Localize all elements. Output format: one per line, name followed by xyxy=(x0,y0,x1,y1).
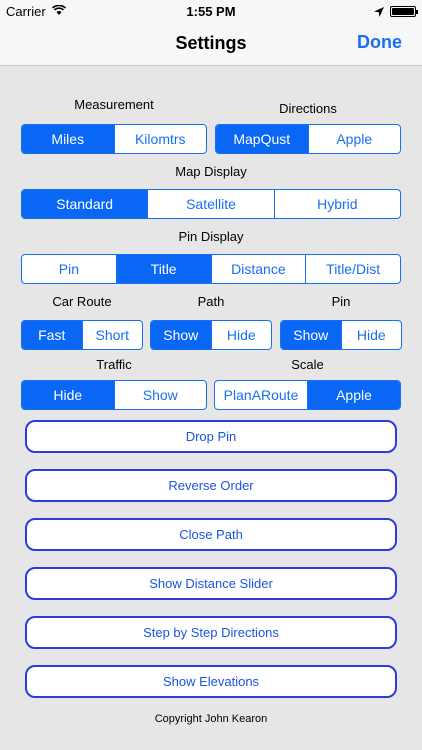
car-route-label: Car Route xyxy=(52,294,112,309)
path-label: Path xyxy=(197,294,225,309)
scale-planaroute-segment[interactable]: PlanARoute xyxy=(215,381,307,409)
step-by-step-directions-button[interactable]: Step by Step Directions xyxy=(25,616,397,649)
pin-show-segment[interactable]: Show xyxy=(281,321,341,349)
traffic-label: Traffic xyxy=(96,357,132,372)
show-elevations-button[interactable]: Show Elevations xyxy=(25,665,397,698)
scale-label: Scale xyxy=(291,357,324,372)
map-display-standard-segment[interactable]: Standard xyxy=(22,190,148,218)
location-arrow-icon xyxy=(374,5,384,20)
pin-display-distance-segment[interactable]: Distance xyxy=(210,255,306,283)
close-path-button[interactable]: Close Path xyxy=(25,518,397,551)
path-show-segment[interactable]: Show xyxy=(151,321,211,349)
directions-label: Directions xyxy=(279,101,337,116)
pin-hide-segment[interactable]: Hide xyxy=(340,321,402,349)
done-button[interactable]: Done xyxy=(357,32,402,53)
reverse-order-button[interactable]: Reverse Order xyxy=(25,469,397,502)
copyright-text: Copyright John Kearon xyxy=(154,713,268,725)
directions-mapquest-segment[interactable]: MapQust xyxy=(216,125,308,153)
status-bar: Carrier 1:55 PM xyxy=(0,0,422,22)
pin-segmented-control: Show Hide xyxy=(280,320,402,350)
map-display-hybrid-segment[interactable]: Hybrid xyxy=(273,190,400,218)
traffic-show-segment[interactable]: Show xyxy=(113,381,207,409)
path-hide-segment[interactable]: Hide xyxy=(210,321,272,349)
car-route-segmented-control: Fast Short xyxy=(21,320,143,350)
pin-label: Pin xyxy=(331,294,351,309)
scale-apple-segment[interactable]: Apple xyxy=(307,381,400,409)
measurement-segmented-control: Miles Kilomtrs xyxy=(21,124,207,154)
car-route-short-segment[interactable]: Short xyxy=(81,321,143,349)
pin-display-label: Pin Display xyxy=(178,229,244,244)
drop-pin-button[interactable]: Drop Pin xyxy=(25,420,397,453)
directions-apple-segment[interactable]: Apple xyxy=(307,125,401,153)
navigation-bar: Settings Done xyxy=(0,22,422,66)
battery-icon xyxy=(390,6,418,17)
map-display-satellite-segment[interactable]: Satellite xyxy=(147,190,273,218)
measurement-label: Measurement xyxy=(74,97,154,112)
traffic-hide-segment[interactable]: Hide xyxy=(22,381,114,409)
status-time: 1:55 PM xyxy=(186,4,236,19)
traffic-segmented-control: Hide Show xyxy=(21,380,207,410)
map-display-label: Map Display xyxy=(175,164,247,179)
pin-display-segmented-control: Pin Title Distance Title/Dist xyxy=(21,254,401,284)
map-display-segmented-control: Standard Satellite Hybrid xyxy=(21,189,401,219)
scale-segmented-control: PlanARoute Apple xyxy=(214,380,401,410)
directions-segmented-control: MapQust Apple xyxy=(215,124,401,154)
show-distance-slider-button[interactable]: Show Distance Slider xyxy=(25,567,397,600)
pin-display-pin-segment[interactable]: Pin xyxy=(22,255,116,283)
path-segmented-control: Show Hide xyxy=(150,320,272,350)
measurement-miles-segment[interactable]: Miles xyxy=(22,125,114,153)
measurement-kilometers-segment[interactable]: Kilomtrs xyxy=(113,125,207,153)
car-route-fast-segment[interactable]: Fast xyxy=(22,321,82,349)
pin-display-title-segment[interactable]: Title xyxy=(115,255,211,283)
pin-display-title-dist-segment[interactable]: Title/Dist xyxy=(305,255,400,283)
